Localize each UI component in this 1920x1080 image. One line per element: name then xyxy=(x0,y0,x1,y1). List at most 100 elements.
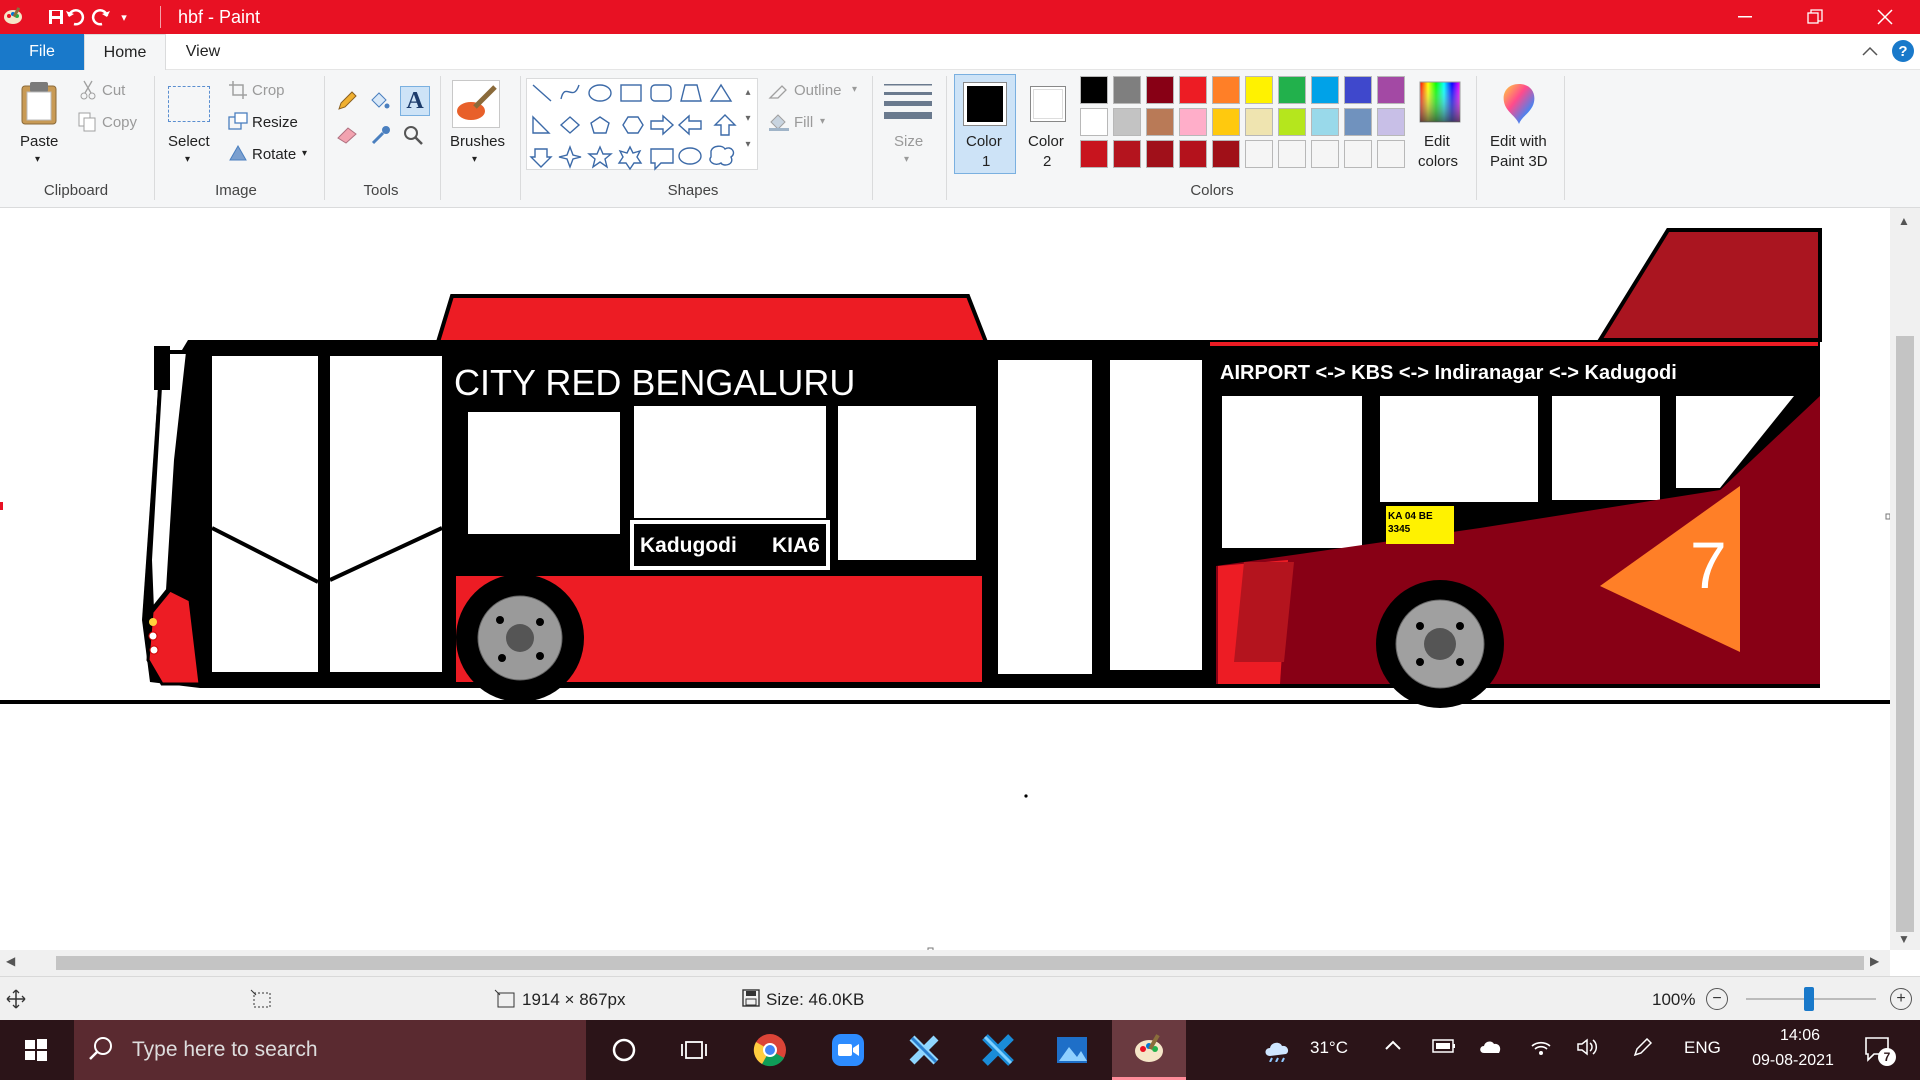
cut-button[interactable]: Cut xyxy=(102,82,125,99)
eraser-icon[interactable] xyxy=(336,124,360,144)
horizontal-scroll-thumb[interactable] xyxy=(56,956,1864,970)
tab-view[interactable]: View xyxy=(170,34,236,70)
show-hidden-icons[interactable] xyxy=(1384,1038,1402,1057)
text-tool-icon[interactable]: A xyxy=(400,86,430,116)
palette-swatch[interactable] xyxy=(1344,108,1372,136)
palette-swatch[interactable] xyxy=(1245,140,1273,168)
fill-bucket-icon[interactable] xyxy=(368,90,390,112)
start-button[interactable] xyxy=(14,1030,58,1070)
palette-swatch[interactable] xyxy=(1245,108,1273,136)
canvas-area[interactable]: CITY RED BENGALURU Kadugodi KIA6 AIRPORT… xyxy=(0,208,1891,954)
palette-swatch[interactable] xyxy=(1245,76,1273,104)
scroll-up-icon[interactable]: ▲ xyxy=(1898,214,1910,228)
clock-date[interactable]: 09-08-2021 xyxy=(1738,1052,1848,1070)
crop-button[interactable]: Crop xyxy=(252,82,285,99)
language-indicator[interactable]: ENG xyxy=(1684,1038,1721,1058)
taskbar-search-box[interactable]: Type here to search xyxy=(74,1020,586,1080)
resize-button[interactable]: Resize xyxy=(252,114,298,131)
palette-swatch[interactable] xyxy=(1113,76,1141,104)
size-icon[interactable] xyxy=(884,82,932,126)
palette-swatch[interactable] xyxy=(1344,140,1372,168)
tab-file[interactable]: File xyxy=(0,34,84,70)
color1-label[interactable]: Color xyxy=(966,133,1002,150)
horizontal-scrollbar[interactable]: ◀ ▶ xyxy=(0,950,1890,976)
fill-dropdown-icon[interactable]: ▾ xyxy=(820,116,825,127)
brushes-dropdown-icon[interactable]: ▾ xyxy=(472,154,477,165)
edit-colors-icon[interactable] xyxy=(1418,80,1462,124)
close-button[interactable] xyxy=(1850,0,1920,34)
zoom-in-button[interactable]: + xyxy=(1890,988,1912,1010)
chrome-icon[interactable] xyxy=(748,1030,792,1070)
palette-swatch[interactable] xyxy=(1080,108,1108,136)
color-picker-icon[interactable] xyxy=(370,124,392,146)
pencil-icon[interactable] xyxy=(336,90,358,112)
select-label[interactable]: Select xyxy=(168,133,210,150)
weather-temperature[interactable]: 31°C xyxy=(1310,1038,1348,1058)
copy-button[interactable]: Copy xyxy=(102,114,137,131)
rotate-dropdown-icon[interactable]: ▾ xyxy=(302,148,307,159)
palette-swatch[interactable] xyxy=(1146,140,1174,168)
zoom-app-icon[interactable] xyxy=(826,1030,870,1070)
palette-swatch[interactable] xyxy=(1278,108,1306,136)
select-icon[interactable] xyxy=(168,86,210,122)
save-icon[interactable] xyxy=(46,7,66,27)
battery-icon[interactable] xyxy=(1432,1038,1456,1059)
palette-swatch[interactable] xyxy=(1080,140,1108,168)
paint3d-label-2[interactable]: Paint 3D xyxy=(1490,153,1548,170)
drawing-canvas[interactable]: CITY RED BENGALURU Kadugodi KIA6 AIRPORT… xyxy=(0,208,1891,954)
volume-icon[interactable] xyxy=(1576,1038,1600,1061)
paint3d-label-1[interactable]: Edit with xyxy=(1490,133,1547,150)
restore-button[interactable] xyxy=(1780,0,1850,34)
task-view-icon[interactable] xyxy=(672,1030,716,1070)
app-x-icon[interactable] xyxy=(902,1030,946,1070)
pen-icon[interactable] xyxy=(1632,1037,1654,1063)
edit-colors-label-1[interactable]: Edit xyxy=(1424,133,1450,150)
palette-swatch[interactable] xyxy=(1278,140,1306,168)
palette-swatch[interactable] xyxy=(1179,140,1207,168)
palette-swatch[interactable] xyxy=(1113,108,1141,136)
weather-icon[interactable] xyxy=(1262,1036,1296,1063)
outline-dropdown-icon[interactable]: ▾ xyxy=(852,84,857,95)
tab-home[interactable]: Home xyxy=(84,34,166,71)
palette-swatch[interactable] xyxy=(1311,76,1339,104)
excel-like-icon[interactable] xyxy=(976,1030,1020,1070)
help-icon[interactable]: ? xyxy=(1892,40,1914,62)
paste-icon[interactable] xyxy=(18,80,62,126)
palette-swatch[interactable] xyxy=(1080,76,1108,104)
size-dropdown-icon[interactable]: ▾ xyxy=(904,154,909,165)
paint3d-icon[interactable] xyxy=(1498,80,1540,126)
palette-swatch[interactable] xyxy=(1179,76,1207,104)
vertical-scroll-thumb[interactable] xyxy=(1896,336,1914,932)
palette-swatch[interactable] xyxy=(1377,108,1405,136)
palette-swatch[interactable] xyxy=(1311,108,1339,136)
select-dropdown-icon[interactable]: ▾ xyxy=(185,154,190,165)
color1-swatch[interactable] xyxy=(963,82,1007,126)
palette-swatch[interactable] xyxy=(1113,140,1141,168)
palette-swatch[interactable] xyxy=(1344,76,1372,104)
brushes-label[interactable]: Brushes xyxy=(450,133,505,150)
fill-button[interactable]: Fill xyxy=(794,114,813,131)
magnifier-icon[interactable] xyxy=(402,124,424,146)
scroll-right-icon[interactable]: ▶ xyxy=(1870,954,1879,968)
palette-swatch[interactable] xyxy=(1278,76,1306,104)
color2-swatch[interactable] xyxy=(1030,86,1066,122)
paint-taskbar-active[interactable] xyxy=(1112,1020,1186,1080)
palette-swatch[interactable] xyxy=(1179,108,1207,136)
outline-button[interactable]: Outline xyxy=(794,82,842,99)
shapes-scroll-icon[interactable]: ▴ ▾ ▾ xyxy=(742,80,754,160)
palette-swatch[interactable] xyxy=(1212,140,1240,168)
paste-dropdown-icon[interactable]: ▾ xyxy=(35,154,40,165)
collapse-ribbon-icon[interactable] xyxy=(1860,42,1880,62)
palette-swatch[interactable] xyxy=(1377,76,1405,104)
color2-label[interactable]: Color xyxy=(1028,133,1064,150)
scroll-down-icon[interactable]: ▼ xyxy=(1898,932,1910,946)
edit-colors-label-2[interactable]: colors xyxy=(1418,153,1458,170)
vertical-scrollbar[interactable]: ▲ ▼ xyxy=(1890,208,1920,950)
photos-icon[interactable] xyxy=(1050,1030,1094,1070)
minimize-button[interactable] xyxy=(1710,0,1780,34)
palette-swatch[interactable] xyxy=(1146,108,1174,136)
scroll-left-icon[interactable]: ◀ xyxy=(6,954,15,968)
size-label[interactable]: Size xyxy=(894,133,923,150)
rotate-button[interactable]: Rotate xyxy=(252,146,296,163)
palette-swatch[interactable] xyxy=(1311,140,1339,168)
